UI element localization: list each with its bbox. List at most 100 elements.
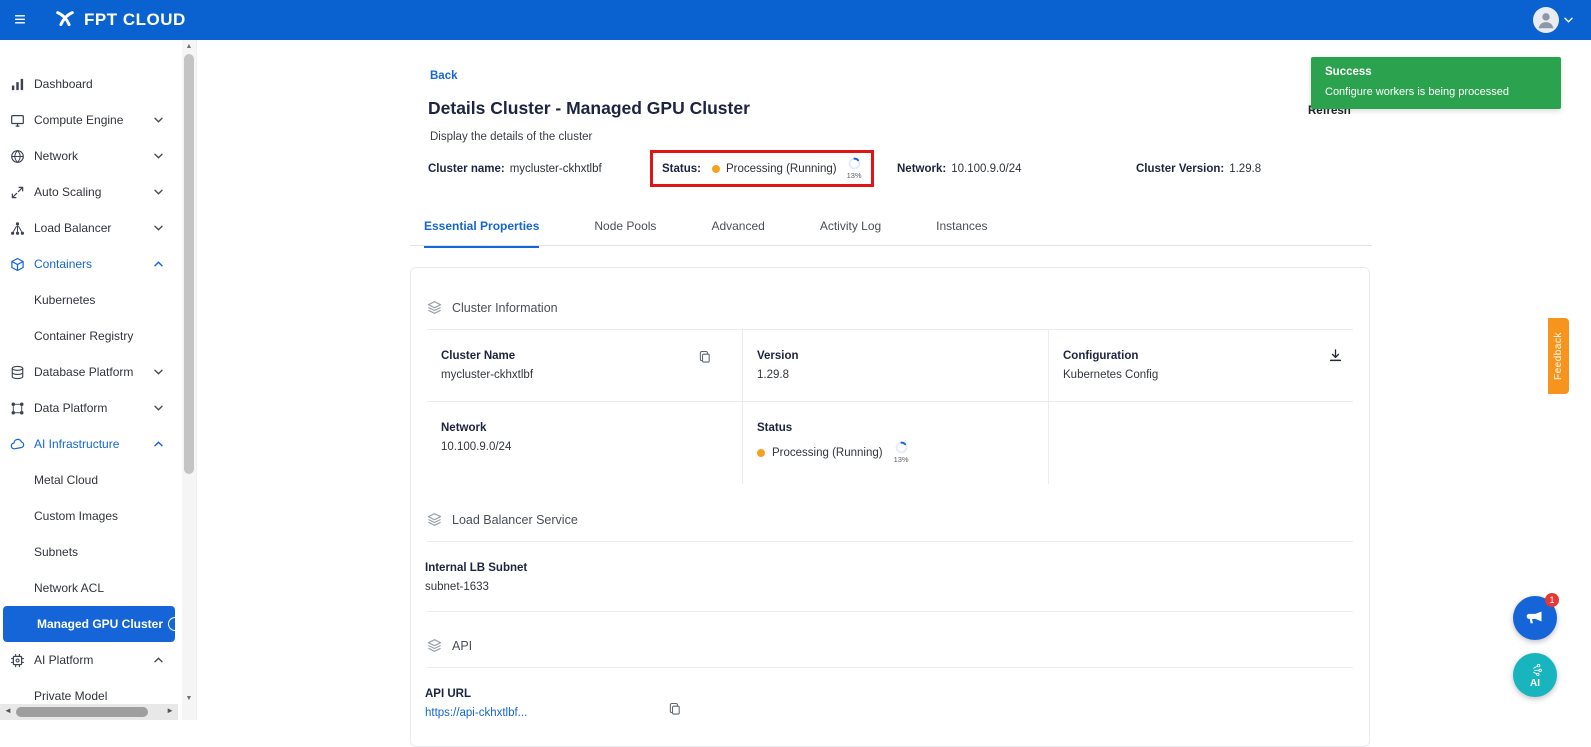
- sidebar-item-label: Network: [34, 149, 78, 163]
- announcements-button[interactable]: 1: [1513, 596, 1557, 640]
- tab-advanced[interactable]: Advanced: [711, 219, 764, 248]
- data-icon: [10, 401, 25, 416]
- section-title: API: [452, 639, 472, 653]
- scroll-right-arrow-icon[interactable]: ►: [166, 706, 174, 715]
- sidebar-item-label: Compute Engine: [34, 113, 123, 127]
- chevron-down-icon: [154, 405, 163, 411]
- copy-icon[interactable]: [698, 350, 712, 364]
- info-status-value: Processing (Running): [726, 163, 837, 175]
- tab-instances[interactable]: Instances: [936, 219, 987, 248]
- chip-icon: [10, 653, 25, 668]
- horizontal-scrollbar[interactable]: ◄ ►: [0, 704, 178, 720]
- copy-icon[interactable]: [668, 702, 682, 716]
- cluster-info-grid: Cluster Name mycluster-ckhxtlbf Version …: [427, 330, 1353, 484]
- download-icon[interactable]: [1328, 348, 1343, 363]
- field-configuration: Configuration Kubernetes Config: [1049, 330, 1353, 402]
- info-status-label: Status:: [662, 163, 701, 175]
- sidebar-item-database-platform[interactable]: Database Platform: [0, 354, 175, 390]
- sidebar-item-containers[interactable]: Containers: [0, 246, 175, 282]
- sidebar-item-label: Kubernetes: [34, 293, 95, 307]
- sidebar-item-metal-cloud[interactable]: Metal Cloud: [0, 462, 175, 498]
- scaling-icon: [10, 185, 25, 200]
- sidebar-item-label: AI Platform: [34, 653, 93, 667]
- sidebar-item-kubernetes[interactable]: Kubernetes: [0, 282, 175, 318]
- field-label: Network: [441, 422, 730, 434]
- chevron-down-icon: [154, 153, 163, 159]
- database-icon: [10, 365, 25, 380]
- sidebar-item-label: Custom Images: [34, 509, 118, 523]
- status-dot-icon: [757, 449, 765, 457]
- sidebar-item-subnets[interactable]: Subnets: [0, 534, 175, 570]
- section-load-balancer-service: Load Balancer Service: [411, 484, 1369, 541]
- sidebar-item-ai-platform[interactable]: AI Platform: [0, 642, 175, 678]
- field-value: subnet-1633: [425, 581, 1353, 593]
- sidebar-item-auto-scaling[interactable]: Auto Scaling: [0, 174, 175, 210]
- field-value: Processing (Running): [772, 447, 883, 459]
- field-version: Version 1.29.8: [743, 330, 1049, 402]
- scroll-up-arrow-icon[interactable]: ▲: [182, 43, 196, 50]
- sidebar-item-compute-engine[interactable]: Compute Engine: [0, 102, 175, 138]
- fpt-logo-icon: [54, 9, 76, 31]
- box-icon: [10, 257, 25, 272]
- api-url-link[interactable]: https://api-ckhxtlbf...: [425, 707, 1353, 719]
- field-status: Status Processing (Running) 13%: [743, 402, 1049, 484]
- sidebar-item-label: Containers: [34, 257, 92, 271]
- field-api-url: API URL https://api-ckhxtlbf...: [411, 668, 1369, 737]
- sidebar-item-label: Data Platform: [34, 401, 107, 415]
- scrollbar-thumb[interactable]: [16, 707, 148, 717]
- field-value: Kubernetes Config: [1063, 369, 1341, 381]
- sidebar-item-custom-images[interactable]: Custom Images: [0, 498, 175, 534]
- scroll-down-arrow-icon[interactable]: ▼: [182, 695, 196, 702]
- sidebar-scrollbar[interactable]: ▲ ▼: [182, 40, 196, 720]
- success-toast: Success Configure workers is being proce…: [1311, 57, 1561, 109]
- field-value: 1.29.8: [757, 369, 1036, 381]
- sidebar-item-dashboard[interactable]: Dashboard: [0, 66, 175, 102]
- progress-spinner: 13%: [894, 441, 909, 464]
- brand: FPT CLOUD: [54, 9, 186, 31]
- monitor-icon: [10, 113, 25, 128]
- cloud-icon: [10, 437, 25, 452]
- ai-label: AI: [1530, 678, 1540, 689]
- scrollbar-thumb[interactable]: [184, 54, 194, 474]
- scroll-left-arrow-icon[interactable]: ◄: [4, 706, 12, 715]
- chevron-down-icon: [154, 225, 163, 231]
- section-title: Cluster Information: [452, 301, 558, 315]
- sidebar-item-ai-infrastructure[interactable]: AI Infrastructure: [0, 426, 175, 462]
- sidebar-item-network[interactable]: Network: [0, 138, 175, 174]
- user-menu[interactable]: [1533, 7, 1573, 33]
- ai-network-icon: [1527, 662, 1543, 678]
- tab-node-pools[interactable]: Node Pools: [594, 219, 656, 248]
- progress-percent: 13%: [894, 455, 909, 464]
- sidebar-item-data-platform[interactable]: Data Platform: [0, 390, 175, 426]
- feedback-tab[interactable]: Feedback: [1548, 318, 1569, 394]
- field-value: 10.100.9.0/24: [441, 441, 730, 453]
- sidebar-item-load-balancer[interactable]: Load Balancer: [0, 210, 175, 246]
- field-label: Internal LB Subnet: [425, 562, 1353, 574]
- field-label: Status: [757, 422, 1036, 434]
- info-network: Network:10.100.9.0/24: [897, 163, 1022, 175]
- tab-essential-properties[interactable]: Essential Properties: [424, 219, 539, 248]
- top-bar: ≡ FPT CLOUD: [0, 0, 1591, 40]
- sidebar-item-network-acl[interactable]: Network ACL: [0, 570, 175, 606]
- chevron-down-icon: [1564, 17, 1573, 23]
- info-version-value: 1.29.8: [1229, 163, 1261, 175]
- info-network-label: Network:: [897, 163, 946, 175]
- chevron-up-icon: [154, 657, 163, 663]
- chevron-up-icon: [154, 441, 163, 447]
- dashboard-icon: [10, 77, 25, 92]
- sidebar-item-managed-gpu-cluster[interactable]: Managed GPU Clusterbeta: [3, 606, 175, 642]
- ai-assistant-button[interactable]: AI: [1513, 653, 1557, 697]
- sidebar-item-label: Network ACL: [34, 581, 104, 595]
- section-title: Load Balancer Service: [452, 513, 578, 527]
- section-cluster-information: Cluster Information: [411, 268, 1369, 329]
- avatar-icon: [1533, 7, 1559, 33]
- tab-activity-log[interactable]: Activity Log: [820, 219, 881, 248]
- page-title: Details Cluster - Managed GPU Cluster: [428, 98, 750, 119]
- field-label: Cluster Name: [441, 350, 730, 362]
- tabs: Essential Properties Node Pools Advanced…: [424, 219, 988, 248]
- spinner-icon: [895, 441, 908, 454]
- hamburger-menu-button[interactable]: ≡: [0, 0, 40, 40]
- balancer-icon: [10, 221, 25, 236]
- sidebar-item-container-registry[interactable]: Container Registry: [0, 318, 175, 354]
- back-link[interactable]: Back: [430, 70, 458, 82]
